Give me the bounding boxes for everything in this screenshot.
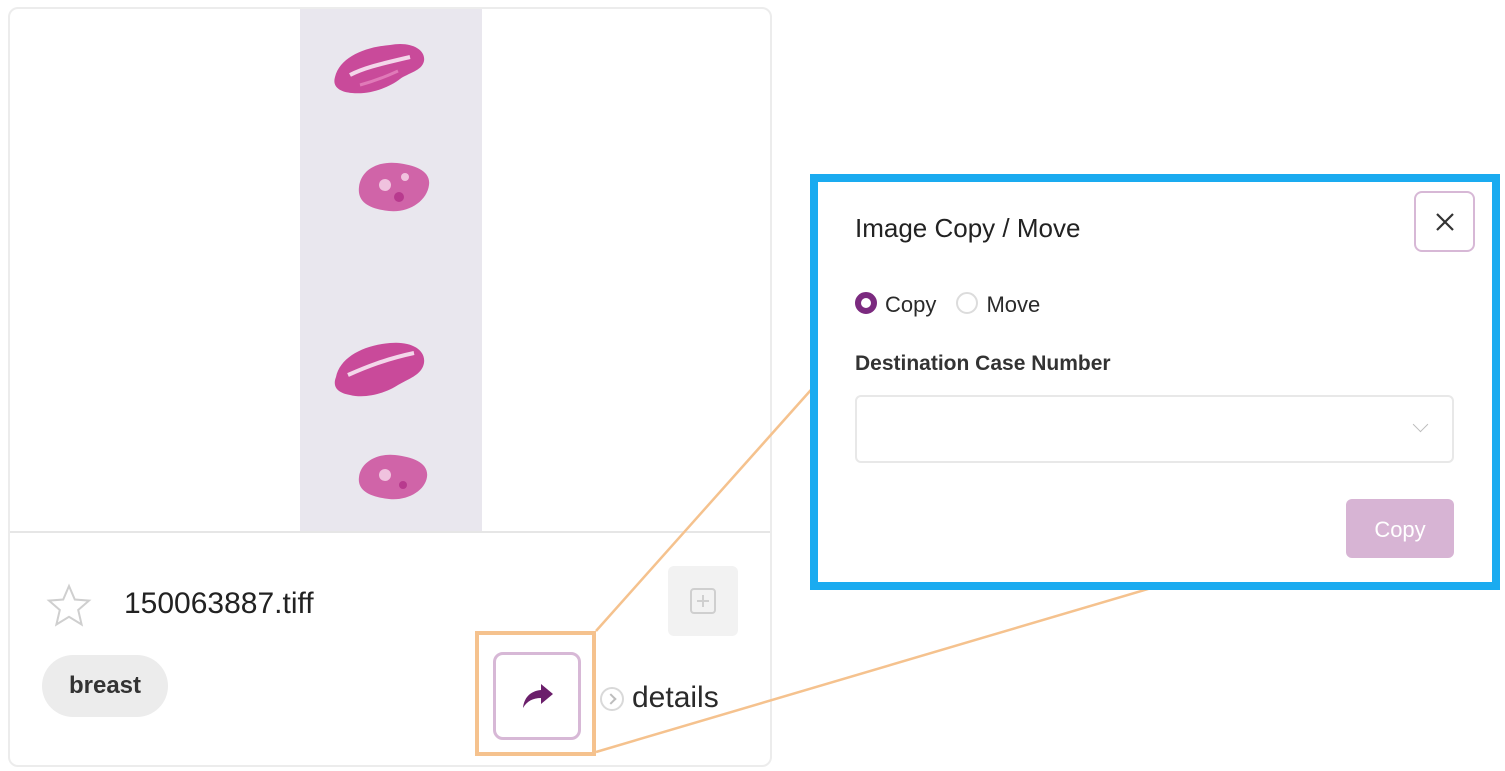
destination-case-label: Destination Case Number [855, 352, 1111, 375]
close-button[interactable] [1414, 191, 1475, 252]
chevron-down-icon [1412, 416, 1429, 433]
destination-case-select[interactable] [855, 395, 1454, 463]
dialog-title: Image Copy / Move [855, 213, 1081, 243]
radio-move-label[interactable]: Move [986, 292, 1040, 317]
close-icon [1436, 213, 1454, 231]
copy-submit-button[interactable]: Copy [1346, 499, 1454, 558]
radio-copy[interactable] [855, 292, 877, 315]
copy-move-radio-group: Copy Move [855, 291, 1040, 318]
radio-move[interactable] [956, 292, 979, 315]
radio-copy-label[interactable]: Copy [885, 292, 936, 317]
